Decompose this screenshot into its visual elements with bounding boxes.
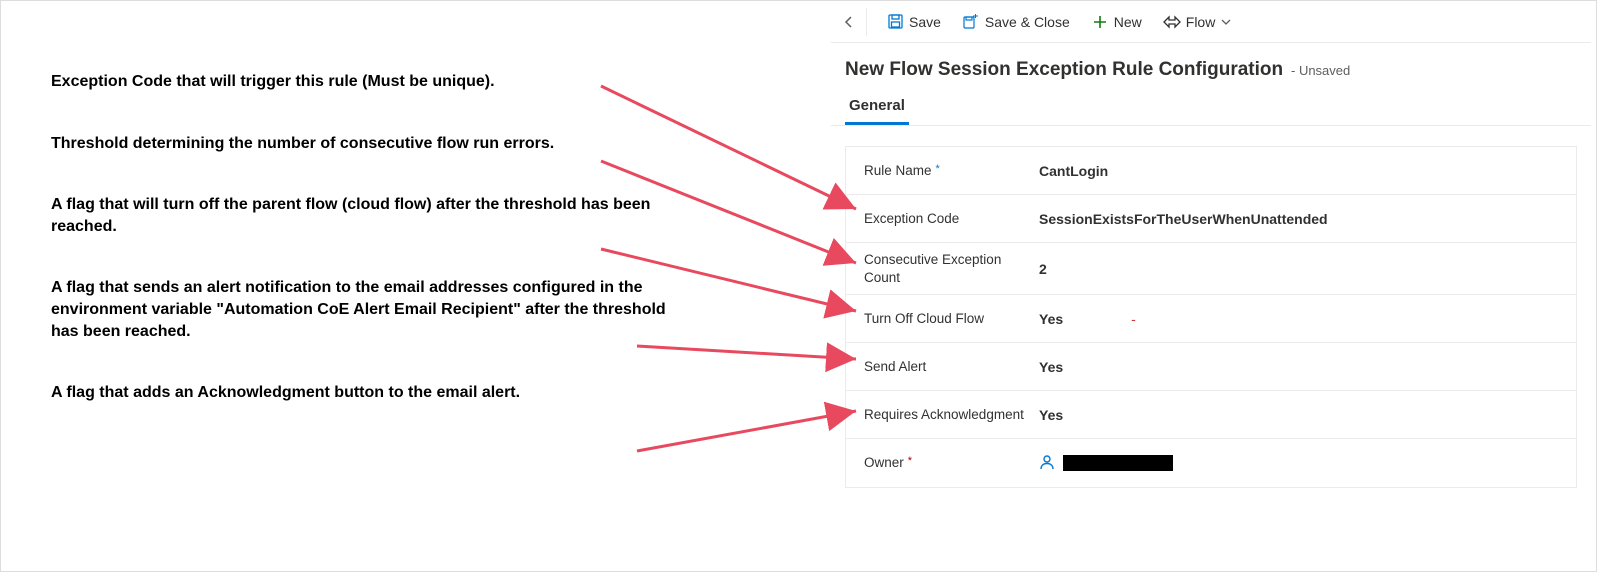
field-value[interactable]	[1029, 454, 1558, 473]
field-label: Exception Code	[864, 210, 1029, 228]
person-icon	[1039, 454, 1055, 473]
field-value[interactable]: Yes	[1029, 359, 1558, 375]
field-label: Requires Acknowledgment	[864, 406, 1029, 424]
field-consecutive-count[interactable]: Consecutive Exception Count 2	[846, 243, 1576, 295]
save-icon	[887, 14, 903, 30]
annotation-ack: A flag that adds an Acknowledgment butto…	[51, 382, 691, 404]
field-exception-code[interactable]: Exception Code SessionExistsForTheUserWh…	[846, 195, 1576, 243]
owner-redacted	[1063, 455, 1173, 471]
save-label: Save	[909, 14, 941, 30]
field-label: Send Alert	[864, 358, 1029, 376]
annotation-turn-off: A flag that will turn off the parent flo…	[51, 194, 691, 237]
field-label: Rule Name*	[864, 162, 1029, 180]
field-requires-ack[interactable]: Requires Acknowledgment Yes	[846, 391, 1576, 439]
record-header: New Flow Session Exception Rule Configur…	[831, 43, 1591, 89]
field-turn-off-cloud-flow[interactable]: Turn Off Cloud Flow Yes -	[846, 295, 1576, 343]
new-label: New	[1114, 14, 1142, 30]
annotation-exception-code: Exception Code that will trigger this ru…	[51, 71, 691, 93]
tab-bar: General	[831, 89, 1591, 126]
field-value[interactable]: Yes -	[1029, 311, 1558, 327]
annotation-send-alert: A flag that sends an alert notification …	[51, 277, 691, 342]
field-label: Turn Off Cloud Flow	[864, 310, 1029, 328]
flow-label: Flow	[1186, 14, 1216, 30]
save-close-button[interactable]: Save & Close	[957, 10, 1076, 34]
flow-menu-button[interactable]: Flow	[1158, 10, 1238, 34]
command-bar: Save Save & Close New Flow	[831, 1, 1591, 43]
field-value[interactable]: Yes	[1029, 407, 1558, 423]
field-value[interactable]: CantLogin	[1029, 163, 1558, 179]
annotation-threshold: Threshold determining the number of cons…	[51, 133, 691, 155]
page-status: - Unsaved	[1291, 63, 1350, 78]
save-close-label: Save & Close	[985, 14, 1070, 30]
form-general: Rule Name* CantLogin Exception Code Sess…	[845, 146, 1577, 488]
reset-indicator: -	[1131, 311, 1136, 327]
field-rule-name[interactable]: Rule Name* CantLogin	[846, 147, 1576, 195]
plus-icon	[1092, 14, 1108, 30]
save-close-icon	[963, 14, 979, 30]
flow-icon	[1164, 14, 1180, 30]
save-button[interactable]: Save	[881, 10, 947, 34]
field-owner[interactable]: Owner*	[846, 439, 1576, 487]
annotations-pane: Exception Code that will trigger this ru…	[51, 71, 691, 444]
field-label: Consecutive Exception Count	[864, 251, 1029, 286]
chevron-down-icon	[1221, 14, 1231, 30]
new-button[interactable]: New	[1086, 10, 1148, 34]
field-value[interactable]: 2	[1029, 261, 1558, 277]
page-title: New Flow Session Exception Rule Configur…	[845, 59, 1283, 80]
record-form-pane: Save Save & Close New Flow New Flow Sess…	[831, 1, 1591, 502]
tab-general[interactable]: General	[845, 89, 909, 125]
field-label: Owner*	[864, 454, 1029, 472]
back-button[interactable]	[839, 8, 867, 36]
field-value[interactable]: SessionExistsForTheUserWhenUnattended	[1029, 211, 1558, 227]
field-send-alert[interactable]: Send Alert Yes	[846, 343, 1576, 391]
